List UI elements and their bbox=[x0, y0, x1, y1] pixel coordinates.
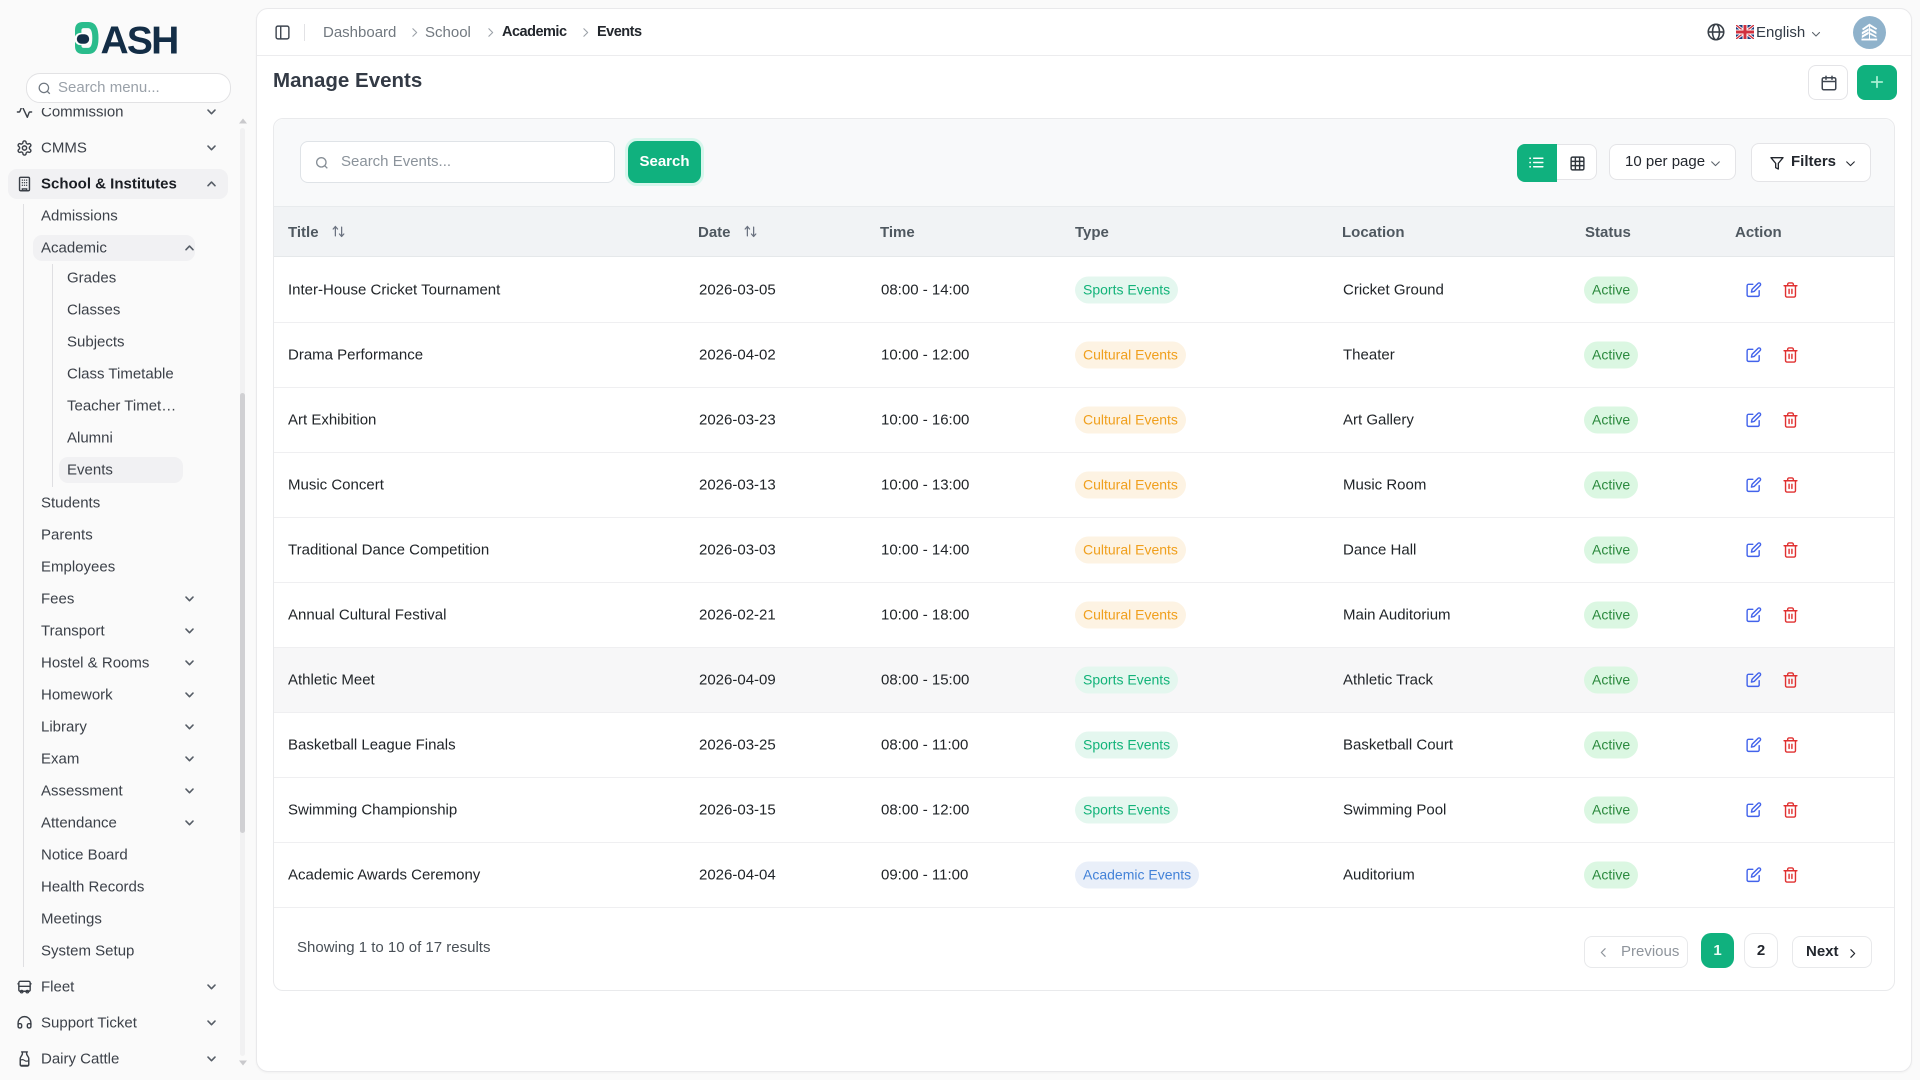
svg-text:ASH: ASH bbox=[101, 22, 178, 54]
